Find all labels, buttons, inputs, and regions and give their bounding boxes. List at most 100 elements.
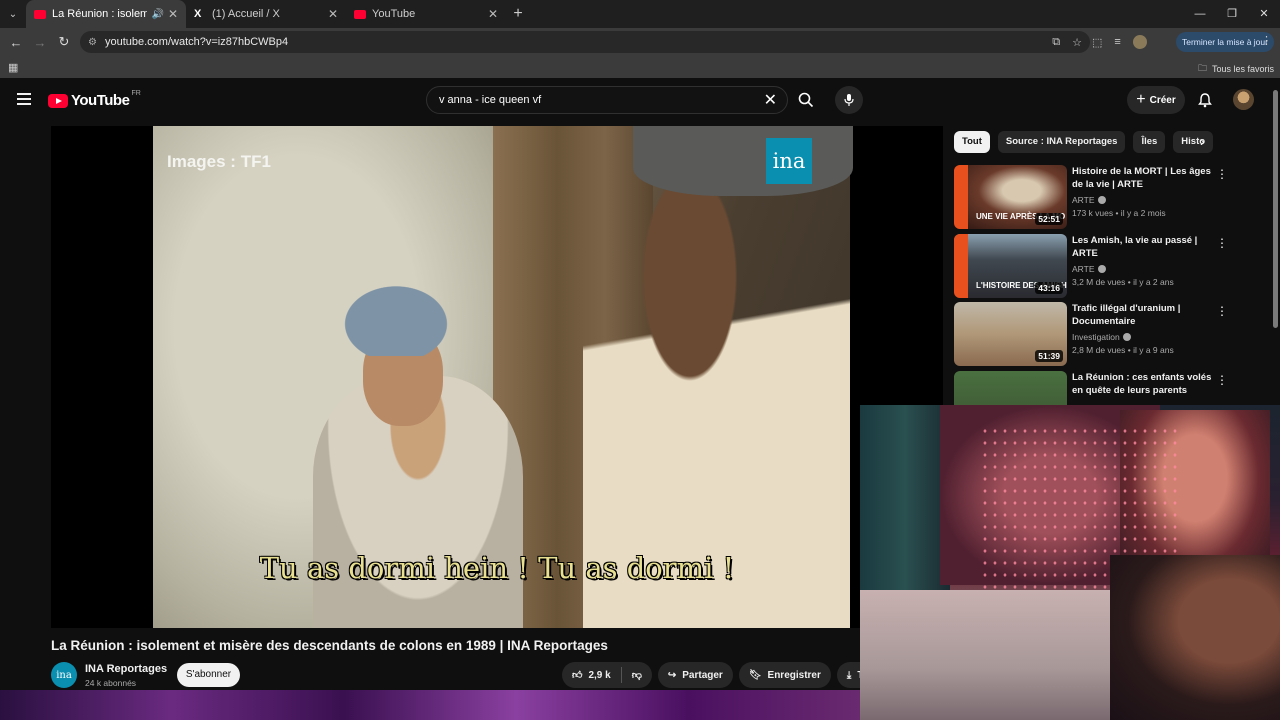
x-favicon-icon: X — [194, 8, 202, 20]
recommendation-title: Histoire de la MORT | Les âges de la vie… — [1072, 166, 1211, 190]
apps-grid-icon[interactable]: ▦ — [8, 61, 18, 74]
background-strip — [0, 690, 860, 720]
browser-tab-youtube[interactable]: YouTube ✕ — [346, 0, 506, 28]
save-button[interactable]: 🔖︎ Enregistrer — [738, 662, 831, 688]
youtube-logo[interactable]: YouTube FR — [48, 90, 141, 109]
duration-badge: 43:16 — [1035, 282, 1063, 294]
youtube-favicon-icon — [354, 9, 366, 19]
clear-search-icon[interactable]: ✕ — [764, 90, 777, 110]
maximize-icon[interactable]: ❐ — [1216, 0, 1248, 28]
youtube-play-icon — [48, 93, 68, 108]
chevron-right-icon[interactable]: › — [1200, 133, 1205, 149]
video-thumbnail[interactable]: 51:39 — [954, 302, 1067, 366]
extensions-icon[interactable]: ⬚ — [1092, 36, 1102, 49]
search-value: v anna - ice queen vf — [439, 94, 542, 106]
search-icon — [798, 92, 814, 108]
video-thumbnail[interactable]: UNE VIE APRÈS LA MO 52:51 — [954, 165, 1067, 229]
like-button[interactable]: 👍︎ 2,9 k 👎︎ — [562, 662, 652, 688]
subscribe-button[interactable]: S'abonner — [177, 663, 240, 687]
audio-icon[interactable]: 🔊 — [151, 9, 163, 20]
browser-tab-active[interactable]: La Réunion : isolement et m 🔊 ✕ — [26, 0, 186, 28]
tab-title: (1) Accueil / X — [212, 8, 280, 20]
recommendation-item[interactable]: 51:39 Trafic illégal d'uranium | Documen… — [954, 302, 1234, 366]
address-bar-row: ← → ↻ ⚙ youtube.com/watch?v=iz87hbCWBp4 … — [0, 28, 1280, 56]
chip-islands[interactable]: Îles — [1133, 131, 1166, 153]
close-tab-icon[interactable]: ✕ — [488, 7, 498, 21]
more-options-icon[interactable]: ⋮ — [1216, 236, 1228, 250]
profile-avatar[interactable] — [1132, 35, 1147, 49]
back-icon[interactable]: ← — [4, 35, 28, 50]
recommendation-item[interactable]: L'HISTOIRE DES AMISH 43:16 Les Amish, la… — [954, 234, 1234, 298]
chip-source[interactable]: Source : INA Reportages — [997, 131, 1126, 153]
close-window-icon[interactable]: ✕ — [1248, 0, 1280, 28]
video-player[interactable]: Images : TF1 ina Tu as dormi hein ! Tu a… — [51, 126, 943, 628]
url-field[interactable]: ⚙ youtube.com/watch?v=iz87hbCWBp4 ⧉ ☆ — [80, 31, 1090, 53]
chip-history[interactable]: Histo — [1173, 131, 1214, 153]
recommendation-meta: 3,2 M de vues • il y a 2 ans — [1072, 277, 1174, 287]
video-watermark: Images : TF1 — [167, 152, 271, 171]
chip-all[interactable]: Tout — [954, 131, 990, 153]
channel-avatar[interactable]: ina — [51, 662, 77, 688]
page-scrollbar[interactable] — [1273, 90, 1278, 328]
more-options-icon[interactable]: ⋮ — [1216, 167, 1228, 181]
like-count: 2,9 k — [588, 669, 611, 681]
youtube-header: YouTube FR v anna - ice queen vf ✕ + Cré… — [0, 78, 1280, 124]
folder-icon: 🗀 — [1197, 63, 1207, 73]
account-avatar[interactable] — [1233, 89, 1254, 110]
all-bookmarks-label: Tous les favoris — [1211, 64, 1274, 74]
voice-search-button[interactable] — [835, 86, 863, 114]
browser-tab-bar: ⌄ La Réunion : isolement et m 🔊 ✕ X (1) … — [0, 0, 1280, 28]
download-icon: ⤓ — [846, 669, 852, 681]
ina-logo: ina — [766, 138, 812, 184]
recommendation-item[interactable]: UNE VIE APRÈS LA MO 52:51 Histoire de la… — [954, 165, 1234, 229]
video-subtitle: Tu as dormi hein ! Tu as dormi ! — [259, 551, 735, 585]
logo-text: YouTube — [71, 92, 130, 109]
youtube-favicon-icon — [34, 9, 46, 19]
recommendation-channel: ARTE — [1072, 264, 1106, 274]
save-label: Enregistrer — [767, 669, 821, 681]
browser-tab-x[interactable]: X (1) Accueil / X ✕ — [186, 0, 346, 28]
create-label: Créer — [1149, 94, 1176, 106]
new-tab-icon[interactable]: + — [506, 5, 530, 23]
search-input[interactable]: v anna - ice queen vf ✕ — [426, 86, 788, 114]
search-button[interactable] — [788, 86, 824, 114]
video-actions: 👍︎ 2,9 k 👎︎ ↪ Partager 🔖︎ Enregistrer ⤓ … — [562, 662, 879, 688]
window-controls: — ❐ ✕ — [1184, 0, 1280, 28]
notifications-bell-icon[interactable] — [1197, 92, 1213, 108]
all-bookmarks[interactable]: 🗀 Tous les favoris — [1198, 61, 1274, 77]
duration-badge: 51:39 — [1035, 350, 1063, 362]
recommendation-title: Les Amish, la vie au passé | ARTE — [1072, 235, 1198, 259]
share-label: Partager — [682, 669, 723, 681]
reading-list-icon[interactable]: ≡ — [1114, 36, 1120, 48]
bookmarks-bar: ▦ 🗀 Tous les favoris — [0, 56, 1280, 78]
forward-icon[interactable]: → — [28, 35, 52, 50]
recommendation-meta: 2,8 M de vues • il y a 9 ans — [1072, 345, 1174, 355]
create-button[interactable]: + Créer — [1127, 86, 1185, 114]
tab-search-button[interactable]: ⌄ — [0, 0, 26, 28]
close-tab-icon[interactable]: ✕ — [328, 7, 338, 21]
channel-name[interactable]: INA Reportages — [85, 663, 167, 675]
video-thumbnail[interactable]: L'HISTOIRE DES AMISH 43:16 — [954, 234, 1067, 298]
recommendation-channel: ARTE — [1072, 195, 1106, 205]
reload-icon[interactable]: ↻ — [52, 34, 76, 50]
close-tab-icon[interactable]: ✕ — [168, 7, 178, 21]
share-button[interactable]: ↪ Partager — [657, 662, 733, 688]
webcam-overlay — [860, 405, 1280, 720]
more-options-icon[interactable]: ⋮ — [1216, 373, 1228, 387]
menu-icon[interactable] — [17, 93, 31, 105]
more-options-icon[interactable]: ⋮ — [1216, 304, 1228, 318]
thumbs-down-icon[interactable]: 👎︎ — [632, 669, 642, 681]
verified-icon — [1097, 265, 1106, 273]
install-icon[interactable]: ⧉ — [1052, 36, 1060, 49]
filter-chips: Tout Source : INA Reportages Îles Histo — [954, 131, 1214, 153]
subscriber-count: 24 k abonnés — [85, 678, 137, 688]
browser-menu-icon[interactable]: ⋮ — [1261, 34, 1272, 47]
site-info-icon[interactable]: ⚙ — [88, 37, 97, 48]
bookmark-star-icon[interactable]: ☆ — [1072, 36, 1082, 49]
url-text: youtube.com/watch?v=iz87hbCWBp4 — [104, 36, 289, 48]
region-code: FR — [131, 90, 141, 97]
minimize-icon[interactable]: — — [1184, 0, 1216, 28]
recommendation-title: Trafic illégal d'uranium | Documentaire — [1072, 303, 1181, 327]
update-button[interactable]: Terminer la mise à jour — [1176, 32, 1274, 52]
tab-title: YouTube — [372, 8, 416, 20]
